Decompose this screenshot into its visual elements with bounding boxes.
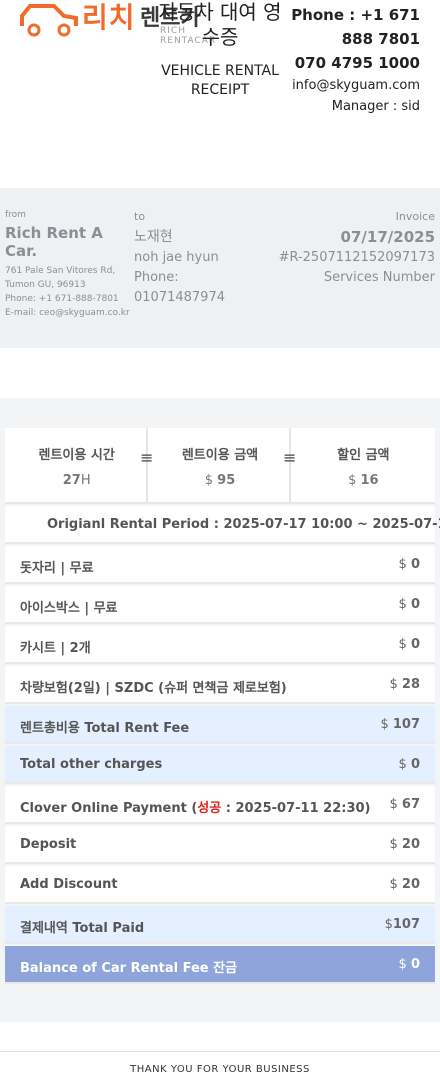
charge-amount: $107 (384, 917, 420, 932)
stat-label: 할인 금액 (337, 448, 390, 463)
stat-discount-amount: 할인 금액 $ 16 (292, 428, 435, 502)
charge-amount: $ 0 (398, 597, 420, 612)
phone-line-2: 888 7801 (341, 30, 420, 48)
stat-rental-amount: 렌트이용 금액 $ 95 (148, 428, 291, 502)
payment-label: Clover Online Payment (성공 : 2025-07-11 2… (20, 801, 371, 816)
charge-label: 아이스박스 | 무료 (20, 601, 118, 616)
charge-row: 아이스박스 | 무료 $ 0 (5, 586, 435, 624)
footer-thanks: THANK YOU FOR YOUR BUSINESS (130, 1064, 310, 1075)
car-logo-icon (20, 4, 78, 37)
invoice-info-panel: from Rich Rent A Car. 761 Pale San Vitor… (0, 188, 440, 348)
charge-label: Balance of Car Rental Fee 잔금 (20, 961, 238, 976)
customer-phone: 01071487974 (134, 290, 225, 305)
invoice-date: 07/17/2025 (340, 228, 435, 246)
footer-divider (0, 1051, 440, 1052)
charge-amount: $ 20 (389, 837, 420, 852)
payment-row: Clover Online Payment (성공 : 2025-07-11 2… (5, 786, 435, 824)
charge-amount: $ 107 (380, 717, 420, 732)
from-company: Rich Rent A Car. (5, 224, 103, 260)
charge-label: Add Discount (20, 877, 118, 892)
stat-value: $ 95 (204, 473, 236, 488)
title-english: VEHICLE RENTAL RECEIPT (161, 63, 279, 98)
balance-row: Balance of Car Rental Fee 잔금 $ 0 (5, 946, 435, 984)
from-address-2: Tumon GU, 96913 (5, 280, 86, 290)
charge-amount: $ 67 (389, 797, 420, 812)
from-address-1: 761 Pale San Vitores Rd, (5, 266, 116, 276)
charge-row: 차량보험(2일) | SZDC (슈퍼 면책금 제로보험) $ 28 (5, 666, 435, 704)
phone-line-1: Phone : +1 671 (291, 6, 420, 24)
stat-label: 렌트이용 시간 (38, 448, 115, 463)
deposit-row: Deposit $ 20 (5, 826, 435, 864)
charge-amount: $ 0 (398, 557, 420, 572)
stat-label: 렌트이용 금액 (181, 448, 259, 463)
contact-email[interactable]: info@skyguam.com (291, 75, 420, 96)
charge-amount: $ 0 (398, 637, 420, 652)
charge-row: 카시트 | 2개 $ 0 (5, 626, 435, 664)
charge-amount: $ 0 (398, 957, 420, 972)
rental-period-row: Origianl Rental Period : 2025-07-17 10:0… (5, 506, 440, 544)
charge-label: Deposit (20, 837, 77, 852)
menu-lines-icon: ≡ (283, 448, 297, 467)
from-phone: Phone: +1 671-888-7801 (5, 294, 119, 304)
charge-amount: $ 0 (398, 757, 420, 772)
from-label: from (5, 210, 26, 220)
logo-text: 리치 (82, 1, 136, 34)
discount-row: Add Discount $ 20 (5, 866, 435, 904)
charge-label: 돗자리 | 무료 (20, 561, 94, 576)
menu-lines-icon: ≡ (140, 448, 154, 467)
receipt-title: 자동차 대여 영수증 VEHICLE RENTAL RECEIPT (150, 0, 290, 100)
charges-card: 렌트이용 시간 27H 렌트이용 금액 $ 95 할인 금액 $ 16 ≡ ≡ … (0, 398, 440, 1022)
manager-name: Manager : sid (331, 99, 420, 114)
services-number-label: Services Number (323, 270, 435, 285)
invoice-label: Invoice (395, 210, 435, 223)
stat-value: 27H (62, 473, 91, 488)
from-email[interactable]: E-mail: ceo@skyguam.co.kr (5, 306, 135, 320)
charge-label: 카시트 | 2개 (20, 641, 91, 656)
charge-label: 결제내역 Total Paid (20, 921, 145, 936)
title-korean: 자동차 대여 영수증 (158, 0, 282, 49)
contact-block: Phone : +1 671 888 7801 070 4795 1000 in… (291, 3, 420, 117)
charge-label: 렌트총비용 Total Rent Fee (20, 721, 190, 736)
total-rent-fee-row: 렌트총비용 Total Rent Fee $ 107 (5, 706, 435, 744)
charge-label: Total other charges (20, 757, 163, 772)
total-paid-row: 결제내역 Total Paid $107 (5, 906, 435, 944)
charge-row: 돗자리 | 무료 $ 0 (5, 546, 435, 584)
charge-label: 차량보험(2일) | SZDC (슈퍼 면책금 제로보험) (20, 681, 287, 696)
payment-status: 성공 (197, 801, 222, 816)
receipt-header: 리치 렌트카 RICH RENTACAR 자동차 대여 영수증 VEHICLE … (0, 0, 440, 150)
from-block: from Rich Rent A Car. 761 Pale San Vitor… (5, 210, 135, 320)
rental-stats: 렌트이용 시간 27H 렌트이용 금액 $ 95 할인 금액 $ 16 ≡ ≡ (5, 428, 435, 504)
charge-amount: $ 28 (389, 677, 420, 692)
charge-amount: $ 20 (389, 877, 420, 892)
phone-line-3: 070 4795 1000 (294, 54, 420, 72)
total-other-charges-row: Total other charges $ 0 (5, 746, 435, 784)
stat-rental-hours: 렌트이용 시간 27H (5, 428, 148, 502)
invoice-block: Invoice 07/17/2025 #R-2507112152097173 S… (235, 210, 435, 288)
stat-value: $ 16 (348, 473, 379, 488)
rental-period: Origianl Rental Period : 2025-07-17 10:0… (47, 517, 440, 532)
invoice-number: #R-2507112152097173 (278, 250, 435, 265)
